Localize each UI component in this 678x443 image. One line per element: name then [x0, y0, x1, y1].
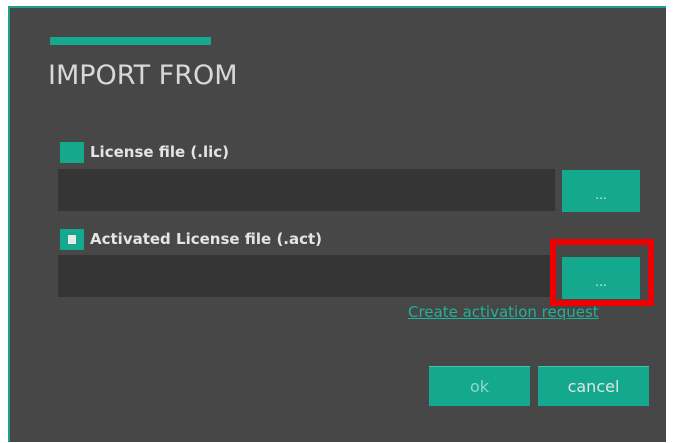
activated-file-checkbox[interactable] — [60, 229, 84, 250]
cancel-button[interactable]: cancel — [538, 366, 649, 406]
license-file-label: License file (.lic) — [90, 143, 230, 161]
license-file-path-input[interactable] — [58, 169, 555, 211]
activated-file-label: Activated License file (.act) — [90, 230, 323, 248]
activated-file-browse-button[interactable]: ... — [562, 257, 640, 299]
activated-file-path-input[interactable] — [58, 255, 555, 297]
ok-button[interactable]: ok — [429, 366, 530, 406]
dialog-title: IMPORT FROM — [48, 60, 238, 91]
create-activation-request-link[interactable]: Create activation request — [408, 303, 599, 321]
license-file-browse-button[interactable]: ... — [562, 170, 640, 212]
license-file-checkbox[interactable] — [60, 142, 84, 163]
title-accent-bar — [50, 37, 211, 45]
